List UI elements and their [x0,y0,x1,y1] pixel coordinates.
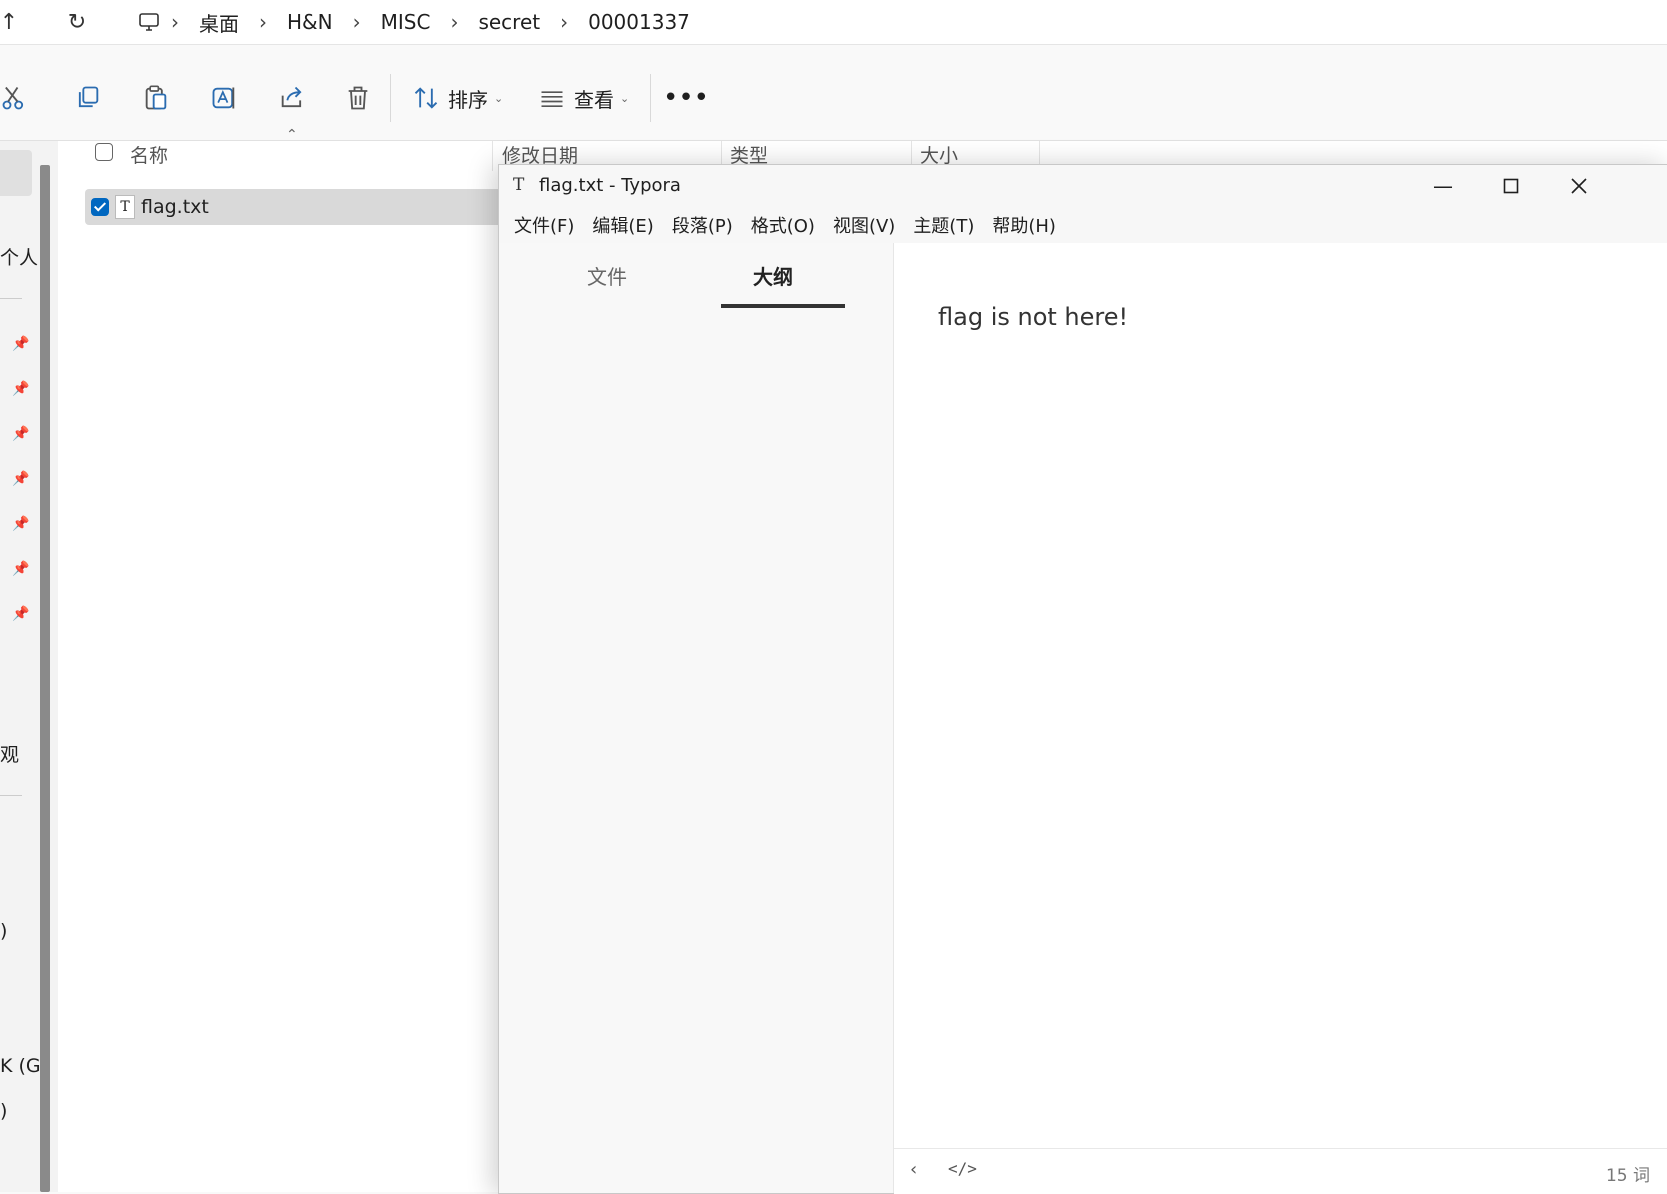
menu-bar: 文件(F) 编辑(E) 段落(P) 格式(O) 视图(V) 主题(T) 帮助(H… [499,207,1667,243]
file-name[interactable]: flag.txt [141,196,209,218]
chevron-right-icon: › [171,10,179,34]
address-bar: ↑ ↻ › 桌面 › H&N › MISC › secret › 0000133… [0,0,1667,45]
up-arrow-icon[interactable]: ↑ [0,4,24,40]
pin-icon: 📌 [12,426,30,442]
menu-edit[interactable]: 编辑(E) [583,212,662,238]
nav-item-fragment[interactable]: 个人 [0,243,38,270]
text-file-icon: T [115,195,135,219]
chevron-left-icon[interactable]: ‹ [910,1159,917,1180]
pin-icon: 📌 [12,336,30,352]
nav-item-fragment[interactable]: K (G [0,1055,41,1077]
window-title: flag.txt - Typora [539,175,681,196]
breadcrumb: › 桌面 › H&N › MISC › secret › 00001337 [135,0,702,44]
rename-icon[interactable] [206,76,242,120]
close-icon[interactable] [1547,165,1611,207]
nav-divider [0,298,22,299]
chevron-down-icon: ⌄ [494,91,504,105]
copy-icon[interactable] [70,76,106,120]
column-divider[interactable] [492,141,493,171]
nav-divider [0,795,22,796]
tab-outline[interactable]: 大纲 [753,261,793,290]
editor[interactable]: flag is not here! [894,243,1667,1148]
chevron-right-icon: › [352,10,361,34]
breadcrumb-secret[interactable]: secret [466,10,552,34]
chevron-right-icon: › [450,10,459,34]
nav-item-fragment[interactable]: 观 [0,740,19,767]
typora-window: T flag.txt - Typora — 文件(F) 编辑(E) 段落(P) … [498,164,1667,1194]
pin-icon: 📌 [12,516,30,532]
pin-icon: 📌 [12,606,30,622]
computer-icon[interactable] [135,4,163,40]
nav-item-fragment[interactable]: ) [0,920,7,942]
status-bar: ‹ </> 15 词 [894,1148,1667,1194]
row-checkbox[interactable] [91,198,109,216]
paste-icon[interactable] [138,76,174,120]
view-icon [541,91,563,107]
breadcrumb-desktop[interactable]: 桌面 [187,8,251,37]
explorer-toolbar: 排序 ⌄ 查看 ⌄ ••• [0,56,1667,141]
breadcrumb-folder[interactable]: 00001337 [576,10,702,34]
more-icon[interactable]: ••• [663,76,709,120]
menu-view[interactable]: 视图(V) [824,212,904,238]
sidebar: 文件 大纲 [499,243,894,1193]
tab-files[interactable]: 文件 [587,261,627,290]
pin-icon: 📌 [12,381,30,397]
nav-item-fragment[interactable]: ) [0,1100,7,1122]
sort-up-icon: ⌃ [286,127,298,143]
word-count[interactable]: 15 词 [1606,1161,1650,1186]
sort-label: 排序 [448,87,488,112]
title-bar[interactable]: T flag.txt - Typora — [499,165,1667,207]
minimize-icon[interactable]: — [1411,165,1475,207]
table-row[interactable]: T flag.txt [85,189,555,225]
breadcrumb-misc[interactable]: MISC [369,10,443,34]
maximize-icon[interactable] [1479,165,1543,207]
toolbar-divider [650,74,651,122]
nav-scrollbar[interactable] [40,165,50,1192]
source-code-icon[interactable]: </> [948,1159,977,1178]
nav-selected-item[interactable] [0,150,32,196]
menu-paragraph[interactable]: 段落(P) [663,212,742,238]
view-label: 查看 [574,87,614,112]
menu-format[interactable]: 格式(O) [742,212,824,238]
sort-button[interactable]: 排序 ⌄ [412,76,503,120]
chevron-right-icon: › [259,10,267,34]
column-name[interactable]: 名称 [130,141,168,168]
sort-icon [414,87,438,109]
refresh-icon[interactable]: ↻ [62,4,92,40]
pin-icon: 📌 [12,471,30,487]
menu-file[interactable]: 文件(F) [505,212,583,238]
breadcrumb-hn[interactable]: H&N [275,10,345,34]
delete-icon[interactable] [340,76,376,120]
pin-icon: 📌 [12,561,30,577]
chevron-right-icon: › [560,10,569,34]
menu-help[interactable]: 帮助(H) [983,212,1065,238]
typora-icon: T [513,175,525,195]
select-all-checkbox[interactable] [95,143,113,161]
document-text[interactable]: flag is not here! [938,303,1128,331]
view-button[interactable]: 查看 ⌄ [538,76,629,120]
active-tab-indicator [721,304,845,308]
chevron-down-icon: ⌄ [620,91,630,105]
share-icon[interactable] [274,76,310,120]
menu-theme[interactable]: 主题(T) [904,212,983,238]
toolbar-divider [390,74,391,122]
cut-icon[interactable] [0,76,28,120]
